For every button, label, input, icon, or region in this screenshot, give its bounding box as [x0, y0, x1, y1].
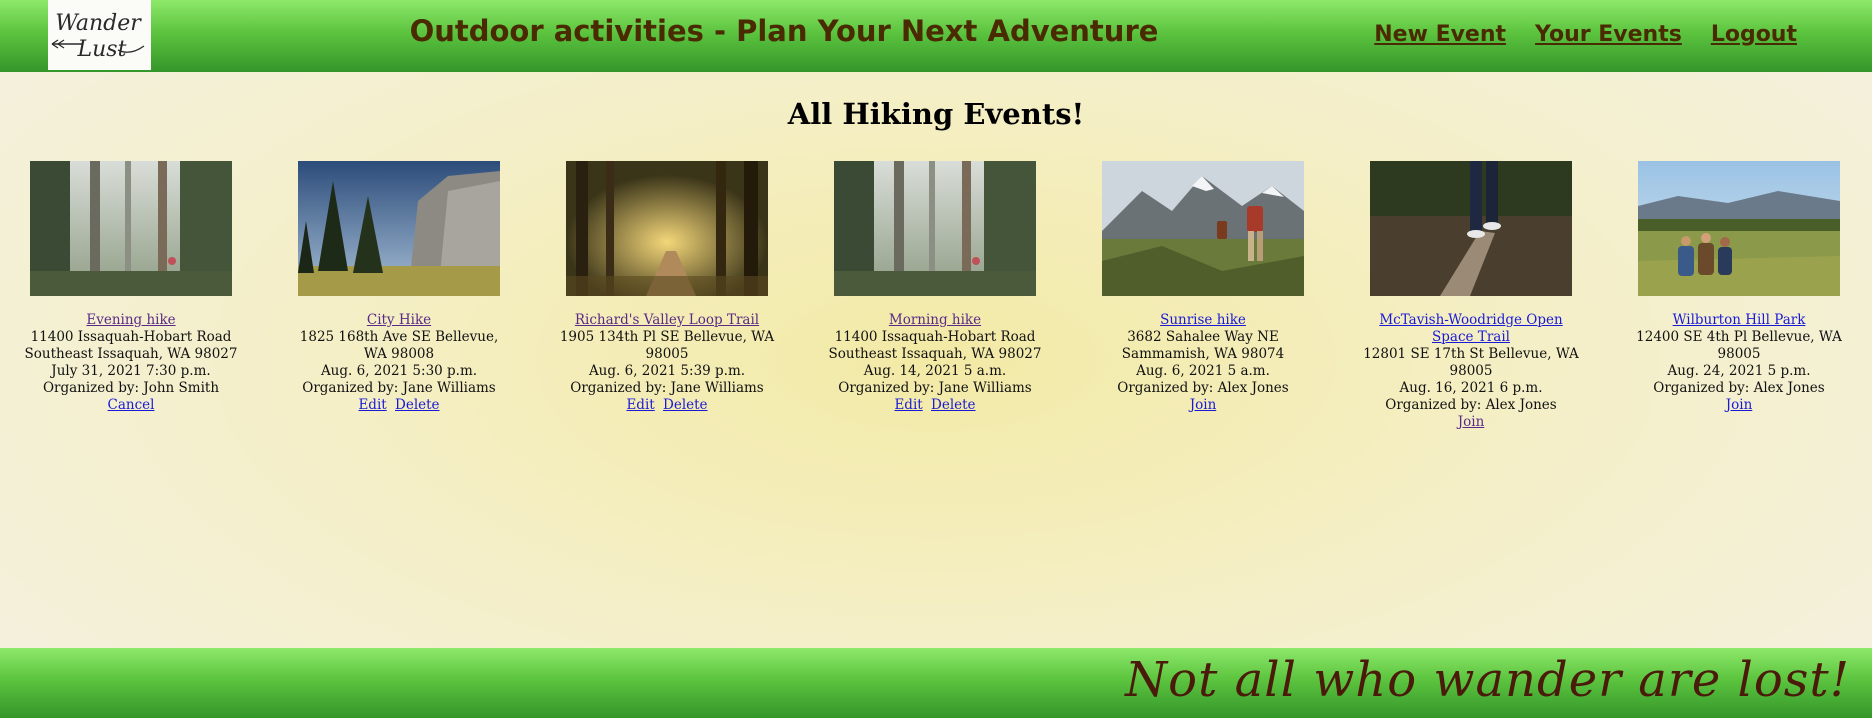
event-card: Sunrise hike 3682 Sahalee Way NE Sammami…: [1093, 161, 1313, 414]
event-actions: Cancel: [21, 397, 241, 414]
cancel-link[interactable]: Cancel: [108, 397, 155, 413]
event-card: Evening hike 11400 Issaquah-Hobart Road …: [21, 161, 241, 414]
event-address: 11400 Issaquah-Hobart Road Southeast Iss…: [828, 329, 1042, 362]
event-card: McTavish-Woodridge Open Space Trail 1280…: [1361, 161, 1581, 431]
footer-tagline: Not all who wander are lost!: [1125, 652, 1850, 708]
delete-link[interactable]: Delete: [663, 397, 708, 413]
edit-link[interactable]: Edit: [626, 397, 654, 413]
join-link[interactable]: Join: [1190, 397, 1217, 413]
edit-link[interactable]: Edit: [358, 397, 386, 413]
delete-link[interactable]: Delete: [931, 397, 976, 413]
event-photo: [30, 161, 232, 296]
event-datetime: Aug. 6, 2021 5:30 p.m.: [320, 363, 478, 379]
event-card: City Hike 1825 168th Ave SE Bellevue, WA…: [289, 161, 509, 414]
event-datetime: Aug. 6, 2021 5:39 p.m.: [588, 363, 746, 379]
your-events-link[interactable]: Your Events: [1535, 22, 1682, 47]
event-organizer: Organized by: John Smith: [42, 380, 220, 396]
event-card: Morning hike 11400 Issaquah-Hobart Road …: [825, 161, 1045, 414]
event-organizer: Organized by: Alex Jones: [1653, 380, 1825, 396]
event-photo: [1370, 161, 1572, 296]
site-logo[interactable]: Wander Lust: [48, 0, 151, 70]
event-organizer: Organized by: Alex Jones: [1117, 380, 1289, 396]
event-datetime: Aug. 6, 2021 5 a.m.: [1136, 363, 1270, 379]
event-photo: [834, 161, 1036, 296]
page-title: All Hiking Events!: [787, 97, 1085, 131]
event-link[interactable]: Wilburton Hill Park: [1673, 312, 1806, 328]
event-link[interactable]: Morning hike: [889, 312, 981, 328]
event-photo: [298, 161, 500, 296]
site-footer: Not all who wander are lost!: [0, 648, 1872, 718]
wander-lust-logo-icon: Wander Lust: [48, 0, 151, 70]
join-link[interactable]: Join: [1458, 414, 1485, 430]
event-actions: Edit Delete: [289, 397, 509, 414]
event-card: Wilburton Hill Park 12400 SE 4th Pl Bell…: [1629, 161, 1849, 414]
event-organizer: Organized by: Jane Williams: [838, 380, 1032, 396]
join-link[interactable]: Join: [1726, 397, 1753, 413]
event-card: Richard's Valley Loop Trail 1905 134th P…: [557, 161, 777, 414]
svg-text:Lust: Lust: [77, 37, 127, 62]
site-header: Wander Lust Outdoor activities - Plan Yo…: [0, 0, 1872, 72]
event-actions: Join: [1361, 414, 1581, 431]
event-photo: [1638, 161, 1840, 296]
edit-link[interactable]: Edit: [894, 397, 922, 413]
delete-link[interactable]: Delete: [395, 397, 440, 413]
event-address: 12801 SE 17th St Bellevue, WA 98005: [1363, 346, 1579, 379]
event-organizer: Organized by: Jane Williams: [570, 380, 764, 396]
event-datetime: Aug. 14, 2021 5 a.m.: [863, 363, 1007, 379]
event-datetime: Aug. 16, 2021 6 p.m.: [1399, 380, 1543, 396]
event-link[interactable]: Evening hike: [86, 312, 175, 328]
event-address: 12400 SE 4th Pl Bellevue, WA 98005: [1636, 329, 1842, 362]
site-title: Outdoor activities - Plan Your Next Adve…: [409, 14, 1159, 48]
event-actions: Edit Delete: [557, 397, 777, 414]
event-address: 11400 Issaquah-Hobart Road Southeast Iss…: [24, 329, 238, 362]
event-address: 1825 168th Ave SE Bellevue, WA 98008: [299, 329, 499, 362]
event-link[interactable]: Sunrise hike: [1160, 312, 1246, 328]
main-nav: New Event Your Events Logout: [1374, 22, 1797, 47]
event-datetime: Aug. 24, 2021 5 p.m.: [1667, 363, 1811, 379]
event-actions: Join: [1629, 397, 1849, 414]
logout-link[interactable]: Logout: [1711, 22, 1797, 47]
event-actions: Join: [1093, 397, 1313, 414]
svg-text:Wander: Wander: [55, 11, 142, 36]
event-link[interactable]: Richard's Valley Loop Trail: [575, 312, 759, 328]
event-address: 1905 134th Pl SE Bellevue, WA 98005: [559, 329, 775, 362]
event-organizer: Organized by: Alex Jones: [1385, 397, 1557, 413]
event-link[interactable]: McTavish-Woodridge Open Space Trail: [1379, 312, 1562, 345]
event-link[interactable]: City Hike: [367, 312, 431, 328]
event-photo: [566, 161, 768, 296]
new-event-link[interactable]: New Event: [1374, 22, 1506, 47]
event-organizer: Organized by: Jane Williams: [302, 380, 496, 396]
event-address: 3682 Sahalee Way NE Sammamish, WA 98074: [1121, 329, 1285, 362]
event-actions: Edit Delete: [825, 397, 1045, 414]
event-photo: [1102, 161, 1304, 296]
event-datetime: July 31, 2021 7:30 p.m.: [51, 363, 211, 379]
